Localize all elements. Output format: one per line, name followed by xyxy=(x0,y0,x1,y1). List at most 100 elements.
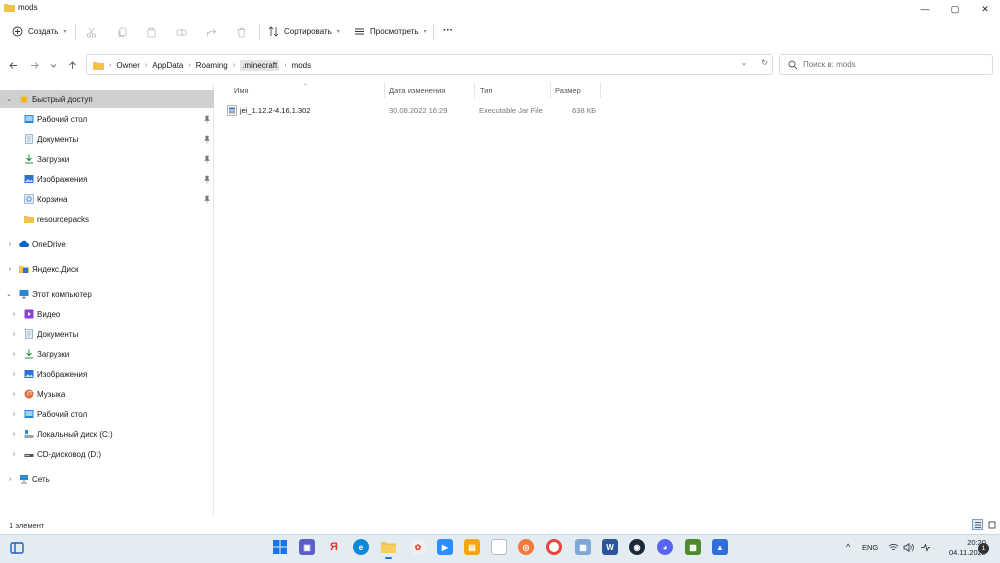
chrome-icon[interactable] xyxy=(546,539,562,555)
chevron-right-icon[interactable]: › xyxy=(10,451,18,458)
chevron-down-icon[interactable]: ⌄ xyxy=(5,95,13,103)
notification-badge[interactable]: 1 xyxy=(978,543,989,554)
crumb-owner[interactable]: Owner xyxy=(116,61,140,70)
column-divider[interactable] xyxy=(384,82,385,98)
more-options-button[interactable]: ··· xyxy=(443,25,453,36)
column-header-modified[interactable]: Дата изменения xyxy=(389,86,445,98)
close-button[interactable]: ✕ xyxy=(970,0,1000,18)
nav-this-pc[interactable]: ⌄ Этот компьютер xyxy=(0,285,214,303)
maximize-button[interactable]: ▢ xyxy=(940,0,970,18)
task-view-button[interactable] xyxy=(9,540,25,556)
column-header-type[interactable]: Тип xyxy=(480,86,493,98)
delete-button[interactable] xyxy=(234,25,248,39)
column-divider[interactable] xyxy=(474,82,475,98)
column-divider[interactable] xyxy=(550,82,551,98)
chevron-down-icon[interactable]: ⌄ xyxy=(5,290,13,298)
share-button[interactable] xyxy=(204,25,218,39)
sort-button[interactable]: Сортировать ▾ xyxy=(268,26,340,37)
minecraft-icon[interactable]: ▩ xyxy=(685,539,701,555)
zoom-icon[interactable]: ▶ xyxy=(437,539,453,555)
paste-button[interactable] xyxy=(144,25,158,39)
chevron-right-icon[interactable]: › xyxy=(6,476,14,483)
tray-overflow-icon[interactable]: ^ xyxy=(846,542,850,552)
notes-app-icon[interactable]: ▤ xyxy=(464,539,480,555)
column-header-name[interactable]: Имя xyxy=(234,86,249,98)
word-icon[interactable]: W xyxy=(602,539,618,555)
search-box[interactable] xyxy=(779,54,993,75)
nav-pc-documents[interactable]: › Документы xyxy=(0,325,214,343)
nav-pc-local-disk[interactable]: › Локальный диск (C:) xyxy=(0,425,214,443)
teams-chat-icon[interactable]: ▣ xyxy=(299,539,315,555)
chevron-right-icon[interactable]: › xyxy=(10,351,18,358)
cut-button[interactable] xyxy=(84,25,98,39)
chevron-right-icon[interactable]: › xyxy=(10,411,18,418)
folder-icon xyxy=(24,216,34,223)
nav-pc-downloads[interactable]: › Загрузки xyxy=(0,345,214,363)
crumb-appdata[interactable]: AppData xyxy=(152,61,183,70)
chevron-right-icon[interactable]: › xyxy=(10,431,18,438)
crumb-minecraft[interactable]: .minecraft xyxy=(240,60,280,71)
up-button[interactable] xyxy=(65,58,79,72)
view-button[interactable]: Просмотреть ▾ xyxy=(354,26,427,37)
address-bar[interactable]: › Owner › AppData › Roaming › .minecraft… xyxy=(86,54,773,75)
search-input[interactable] xyxy=(803,58,983,71)
column-header-size[interactable]: Размер xyxy=(555,86,581,98)
chevron-right-icon[interactable]: › xyxy=(6,241,14,248)
nav-item-recycle-bin[interactable]: Корзина xyxy=(0,190,214,208)
edge-icon[interactable]: e xyxy=(353,539,369,555)
crumb-roaming[interactable]: Roaming xyxy=(196,61,228,70)
file-explorer-icon[interactable] xyxy=(380,539,396,555)
forward-button[interactable] xyxy=(27,58,41,72)
yandex-browser-icon[interactable]: Я xyxy=(326,539,342,555)
chevron-right-icon[interactable]: › xyxy=(10,371,18,378)
document-app-icon[interactable] xyxy=(491,539,507,555)
crumb-mods[interactable]: mods xyxy=(292,61,312,70)
nav-item-documents[interactable]: Документы xyxy=(0,130,214,148)
pin-icon[interactable] xyxy=(203,155,211,164)
photos-app-icon[interactable]: ▦ xyxy=(575,539,591,555)
language-indicator[interactable]: ENG xyxy=(862,543,878,552)
chevron-right-icon[interactable]: › xyxy=(10,311,18,318)
start-button[interactable] xyxy=(272,539,288,555)
wifi-icon[interactable] xyxy=(888,543,899,554)
minimize-button[interactable]: — xyxy=(910,0,940,18)
new-button[interactable]: Создать ▾ xyxy=(12,26,66,37)
nav-network[interactable]: › Сеть xyxy=(0,470,214,488)
chevron-right-icon[interactable]: › xyxy=(10,331,18,338)
recent-locations-button[interactable] xyxy=(46,58,60,72)
nav-pc-cd-drive[interactable]: › CD-дисковод (D:) xyxy=(0,445,214,463)
app-icon[interactable]: ✿ xyxy=(410,539,426,555)
nav-item-pictures[interactable]: Изображения xyxy=(0,170,214,188)
nav-pc-music[interactable]: › Музыка xyxy=(0,385,214,403)
nav-pc-pictures[interactable]: › Изображения xyxy=(0,365,214,383)
refresh-icon[interactable]: ↻ xyxy=(761,58,768,67)
volume-icon[interactable] xyxy=(903,542,914,554)
back-button[interactable] xyxy=(6,58,20,72)
pin-icon[interactable] xyxy=(203,135,211,144)
details-view-button[interactable] xyxy=(972,519,983,530)
nav-onedrive[interactable]: › OneDrive xyxy=(0,235,214,253)
chevron-right-icon[interactable]: › xyxy=(10,391,18,398)
nav-item-downloads[interactable]: Загрузки xyxy=(0,150,214,168)
discord-icon[interactable]: ◕ xyxy=(657,539,673,555)
rename-button[interactable] xyxy=(174,25,188,39)
nav-pc-desktop[interactable]: › Рабочий стол xyxy=(0,405,214,423)
address-dropdown-icon[interactable]: ⌄ xyxy=(741,58,748,67)
battery-icon[interactable] xyxy=(920,543,931,554)
column-divider[interactable] xyxy=(600,82,601,98)
nav-yandex-disk[interactable]: › Яндекс.Диск xyxy=(0,260,214,278)
steam-icon[interactable]: ◉ xyxy=(629,539,645,555)
tiles-view-button[interactable] xyxy=(986,519,997,530)
chevron-right-icon[interactable]: › xyxy=(6,266,14,273)
pin-icon[interactable] xyxy=(203,175,211,184)
nav-item-resourcepacks[interactable]: resourcepacks xyxy=(0,210,214,228)
copy-button[interactable] xyxy=(115,25,129,39)
pin-icon[interactable] xyxy=(203,115,211,124)
picture-viewer-icon[interactable]: ▲ xyxy=(712,539,728,555)
file-row[interactable]: jei_1.12.2-4.16.1.302 30.08.2022 16:29 E… xyxy=(222,103,602,118)
nav-item-desktop[interactable]: Рабочий стол xyxy=(0,110,214,128)
app-icon[interactable]: ◎ xyxy=(518,539,534,555)
nav-quick-access[interactable]: ⌄ Быстрый доступ xyxy=(0,90,214,108)
pin-icon[interactable] xyxy=(203,195,211,204)
nav-pc-videos[interactable]: › Видео xyxy=(0,305,214,323)
